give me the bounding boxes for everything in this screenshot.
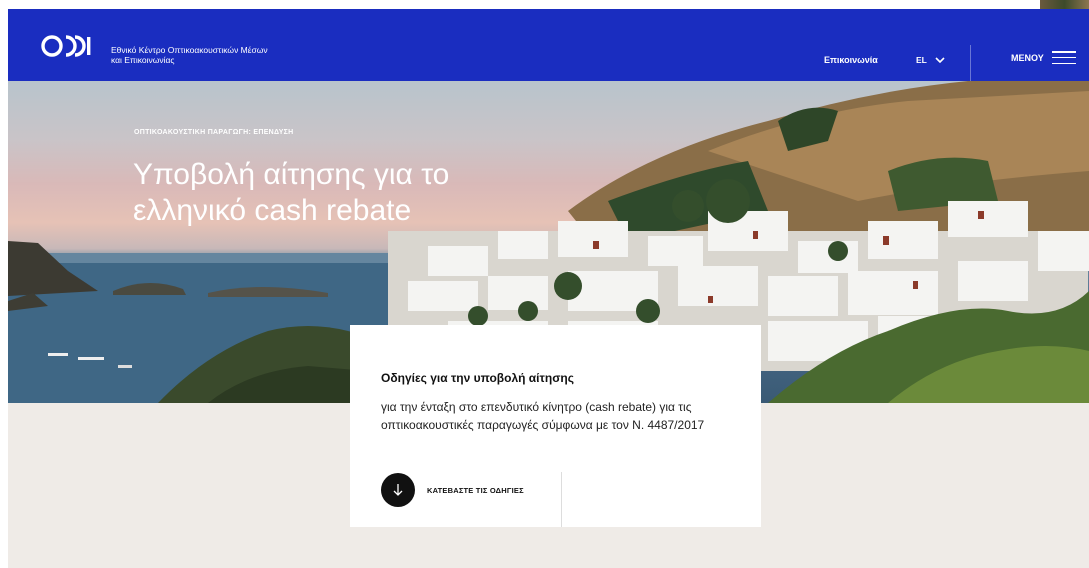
card-divider: [561, 472, 562, 527]
organization-name-line1: Εθνικό Κέντρο Οπτικοακουστικών Μέσων: [111, 45, 268, 55]
language-selector[interactable]: EL: [916, 55, 945, 65]
hero-image-top-edge: [1040, 0, 1089, 9]
instructions-card: Οδηγίες για την υποβολή αίτησης για την …: [350, 325, 761, 527]
page-title-line2: ελληνικό cash rebate: [133, 194, 412, 227]
language-label: EL: [916, 55, 927, 65]
page-title-line1: Υποβολή αίτησης για το: [133, 158, 450, 191]
hero-kicker: ΟΠΤΙΚΟΑΚΟΥΣΤΙΚΗ ΠΑΡΑΓΩΓΗ: ΕΠΕΝΔΥΣΗ: [134, 129, 294, 136]
menu-button[interactable]: ΜΕΝΟΥ: [1011, 51, 1076, 64]
organization-name-line2: και Επικοινωνίας: [111, 55, 175, 65]
ekome-logo[interactable]: [41, 33, 103, 59]
menu-label: ΜΕΝΟΥ: [1011, 52, 1044, 63]
card-description: για την ένταξη στο επενδυτικό κίνητρο (c…: [381, 400, 705, 432]
nav-contact-link[interactable]: Επικοινωνία: [824, 55, 878, 65]
download-instructions-button[interactable]: ΚΑΤΕΒΑΣΤΕ ΤΙΣ ΟΔΗΓΙΕΣ: [381, 473, 524, 507]
nav-divider: [970, 45, 971, 81]
card-title: Οδηγίες για την υποβολή αίτησης: [381, 371, 574, 385]
download-label: ΚΑΤΕΒΑΣΤΕ ΤΙΣ ΟΔΗΓΙΕΣ: [427, 485, 524, 495]
chevron-down-icon: [935, 57, 945, 63]
hamburger-icon: [1051, 51, 1076, 64]
site-header: Εθνικό Κέντρο Οπτικοακουστικών Μέσων και…: [8, 9, 1089, 81]
page-title: Υποβολή αίτησης για το ελληνικό cash reb…: [133, 157, 553, 229]
arrow-down-icon: [381, 473, 415, 507]
page: Εθνικό Κέντρο Οπτικοακουστικών Μέσων και…: [0, 0, 1089, 568]
organization-name: Εθνικό Κέντρο Οπτικοακουστικών Μέσων και…: [111, 45, 331, 65]
